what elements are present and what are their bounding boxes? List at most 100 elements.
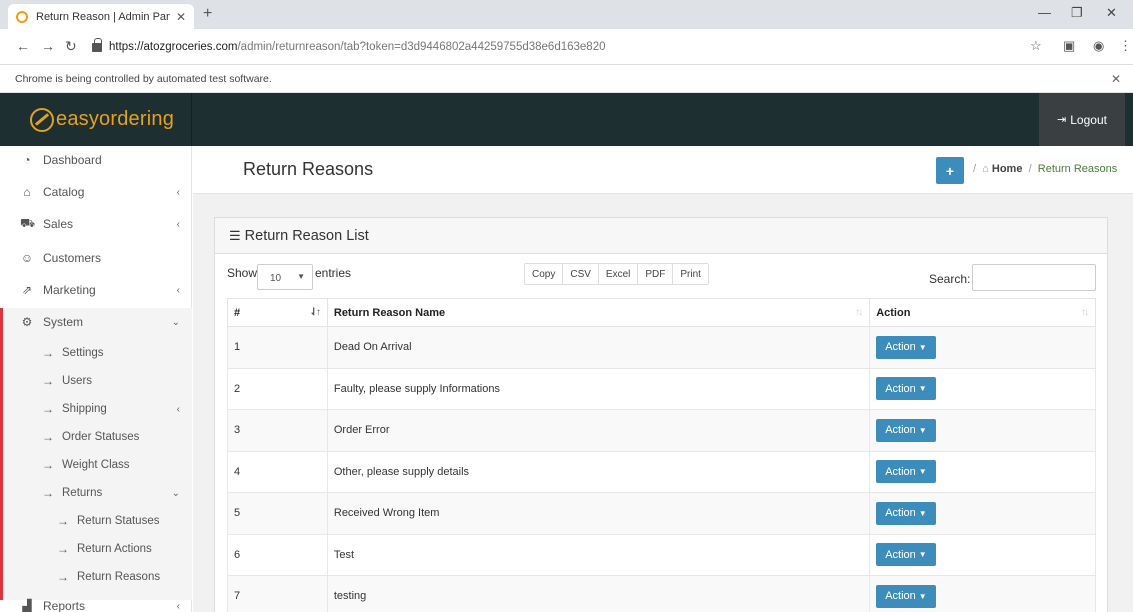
sign-out-icon: ⇥ xyxy=(1057,114,1067,126)
table-row: 6 Test Action ▼ xyxy=(227,533,1096,576)
page-header: Return Reasons + / ⌂ Home / Return Reaso… xyxy=(193,146,1133,194)
sidebar-item-system[interactable]: ⚙ System ⌄ xyxy=(0,308,192,336)
return-reason-table: # ⇃↑ Return Reason Name ↑↓ Action ↑↓ 1 Dead … xyxy=(227,298,1096,612)
sidebar-item-reports[interactable]: ▟ Reports ‹ xyxy=(0,592,192,612)
tab-close-icon[interactable]: ✕ xyxy=(176,10,186,24)
sidebar-subitem-label: Weight Class xyxy=(62,459,130,471)
menu-icon[interactable]: ⋮ xyxy=(1119,38,1132,54)
row-action-cell: Action ▼ xyxy=(869,367,1096,410)
return-reason-panel: ☰ Return Reason List Show 10 ▼ entries C… xyxy=(214,217,1108,612)
back-icon[interactable]: ← xyxy=(16,38,30,54)
column-label: # xyxy=(234,306,241,319)
search-input[interactable] xyxy=(972,264,1096,291)
sidebar-item-customers[interactable]: ☺ Customers xyxy=(0,244,192,272)
column-header-number[interactable]: # ⇃↑ xyxy=(227,298,328,327)
automation-notice: Chrome is being controlled by automated … xyxy=(15,73,272,85)
return-reason-name: Other, please supply details xyxy=(326,450,871,493)
sidebar-subitem-return-reasons[interactable]: → Return Reasons xyxy=(3,563,192,591)
breadcrumb-current: Return Reasons xyxy=(1037,163,1118,175)
action-dropdown-button[interactable]: Action ▼ xyxy=(876,377,936,401)
sidebar-subitem-return-actions[interactable]: → Return Actions xyxy=(3,535,192,563)
column-header-action[interactable]: Action ↑↓ xyxy=(869,298,1096,327)
pdf-export-button[interactable]: PDF xyxy=(638,264,674,284)
table-row: 4 Other, please supply details Action ▼ xyxy=(227,450,1096,493)
action-dropdown-button[interactable]: Action ▼ xyxy=(876,584,936,608)
sort-asc-icon: ⇃↑ xyxy=(309,307,320,318)
new-tab-icon[interactable]: + xyxy=(203,5,212,23)
maximize-icon[interactable]: ❐ xyxy=(1071,5,1083,21)
url-path: /admin/returnreason/tab?token=d3d9446802… xyxy=(237,41,606,53)
entries-label: entries xyxy=(315,266,352,280)
csv-export-button[interactable]: CSV xyxy=(563,264,599,284)
browser-tab[interactable]: Return Reason | Admin Panel - Pe ✕ xyxy=(8,4,194,29)
sort-icon: ↑↓ xyxy=(1081,307,1089,318)
chevron-left-icon: ‹ xyxy=(176,600,180,612)
arrow-right-icon: → xyxy=(57,542,69,556)
column-header-name[interactable]: Return Reason Name ↑↓ xyxy=(326,298,871,327)
bar-chart-icon: ▟ xyxy=(22,599,32,612)
row-action-cell: Action ▼ xyxy=(869,575,1096,612)
panel-title: Return Reason List xyxy=(244,227,369,244)
star-icon[interactable]: ☆ xyxy=(1030,38,1042,54)
action-dropdown-button[interactable]: Action ▼ xyxy=(876,460,936,484)
lock-icon xyxy=(92,37,102,52)
column-label: Action xyxy=(876,306,911,319)
action-dropdown-button[interactable]: Action ▼ xyxy=(876,335,936,359)
extension-icon[interactable]: ▣ xyxy=(1063,38,1075,54)
sidebar-subitem-shipping[interactable]: → Shipping ‹ xyxy=(3,395,192,423)
action-dropdown-button[interactable]: Action ▼ xyxy=(876,418,936,442)
sidebar-subitem-label: Order Statuses xyxy=(62,431,140,443)
copy-export-button[interactable]: Copy xyxy=(525,264,564,284)
window-close-icon[interactable]: ✕ xyxy=(1106,5,1117,21)
sidebar-item-sales[interactable]: ⛟ Sales ‹ xyxy=(0,210,192,238)
return-reason-name: Received Wrong Item xyxy=(326,492,871,535)
breadcrumb-separator: / xyxy=(973,163,977,175)
sidebar-item-marketing[interactable]: ⇗ Marketing ‹ xyxy=(0,276,192,304)
print-export-button[interactable]: Print xyxy=(673,264,708,284)
arrow-right-icon: → xyxy=(57,514,69,528)
action-dropdown-button[interactable]: Action ▼ xyxy=(876,543,936,567)
row-number: 7 xyxy=(227,575,328,612)
return-reason-name: Test xyxy=(326,533,871,576)
action-dropdown-button[interactable]: Action ▼ xyxy=(876,501,936,525)
url-field[interactable]: https://atozgroceries.com/admin/returnre… xyxy=(92,35,1012,59)
infobar-close-icon[interactable]: ✕ xyxy=(1111,72,1121,86)
action-label: Action xyxy=(885,507,916,520)
sidebar-subitem-settings[interactable]: → Settings xyxy=(3,339,192,367)
caret-down-icon: ▼ xyxy=(918,550,927,560)
sidebar-item-label: Reports xyxy=(43,599,86,612)
tag-icon: ⌂ xyxy=(23,185,31,199)
sidebar-subitem-users[interactable]: → Users xyxy=(3,367,192,395)
row-number: 3 xyxy=(227,409,328,452)
sidebar-item-catalog[interactable]: ⌂ Catalog ‹ xyxy=(0,178,192,206)
add-button[interactable]: + xyxy=(936,157,964,184)
arrow-right-icon: → xyxy=(57,570,69,584)
sidebar-subitem-label: Return Actions xyxy=(77,543,152,555)
sidebar-subitem-weight-class[interactable]: → Weight Class xyxy=(3,451,192,479)
table-row: 3 Order Error Action ▼ xyxy=(227,409,1096,452)
table-row: 2 Faulty, please supply Informations Actio… xyxy=(227,367,1096,410)
sidebar-item-label: Sales xyxy=(43,217,74,231)
breadcrumb-home[interactable]: Home xyxy=(992,163,1023,175)
reload-icon[interactable]: ↻ xyxy=(65,38,77,55)
forward-icon[interactable]: → xyxy=(41,38,55,54)
sidebar-item-dashboard[interactable]: ◔ Dashboard xyxy=(0,146,192,174)
page-length-select[interactable]: 10 ▼ xyxy=(257,264,313,290)
arrow-right-icon: → xyxy=(42,402,54,416)
sidebar-subitem-return-statuses[interactable]: → Return Statuses xyxy=(3,507,192,535)
user-icon: ☺ xyxy=(20,251,34,265)
profile-icon[interactable]: ◉ xyxy=(1093,38,1104,54)
sidebar-subitem-label: Return Reasons xyxy=(77,571,161,583)
sidebar-subitem-order-statuses[interactable]: → Order Statuses xyxy=(3,423,192,451)
panel-header: ☰ Return Reason List xyxy=(215,218,1107,254)
excel-export-button[interactable]: Excel xyxy=(599,264,639,284)
brand-logo[interactable]: easyordering xyxy=(0,93,192,146)
sidebar-subitem-returns[interactable]: → Returns ⌄ xyxy=(3,479,192,507)
minimize-icon[interactable]: — xyxy=(1038,5,1051,20)
caret-down-icon: ▼ xyxy=(918,342,927,352)
arrow-right-icon: → xyxy=(42,458,54,472)
brand-name: easyordering xyxy=(56,108,175,130)
row-number: 1 xyxy=(227,326,328,369)
arrow-right-icon: → xyxy=(42,374,54,388)
logout-button[interactable]: ⇥ Logout xyxy=(1039,93,1125,146)
